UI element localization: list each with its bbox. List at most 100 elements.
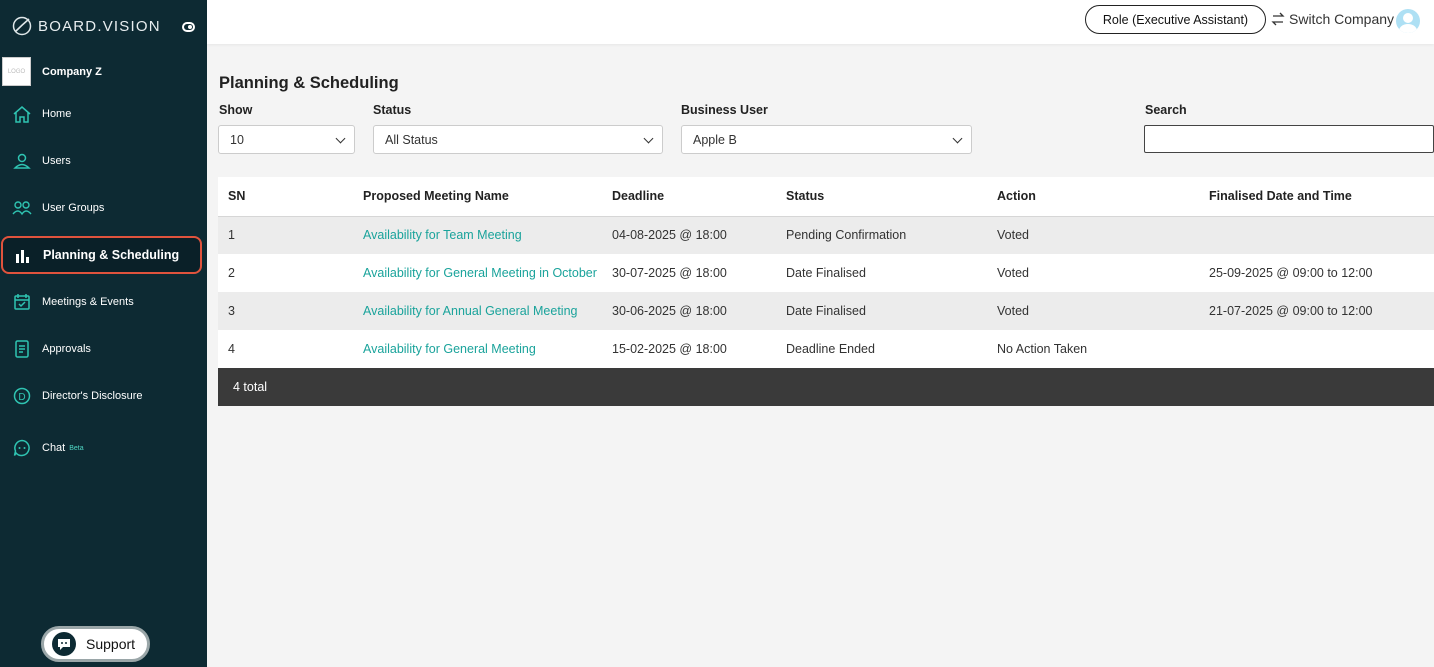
table-header-row: SN Proposed Meeting Name Deadline Status…: [218, 177, 1434, 216]
support-button[interactable]: Support: [41, 626, 150, 662]
show-label: Show: [219, 103, 253, 117]
user-icon: [12, 151, 32, 171]
cell-sn: 3: [228, 304, 235, 318]
role-button[interactable]: Role (Executive Assistant): [1085, 5, 1266, 34]
header-status: Status: [786, 189, 825, 204]
page-title: Planning & Scheduling: [219, 74, 399, 92]
total-count: 4 total: [233, 380, 268, 394]
brand-name: BOARD.VISION: [38, 17, 161, 35]
switch-arrows-icon: [1271, 12, 1285, 26]
cell-meeting-name: Availability for General Meeting in Octo…: [353, 254, 602, 292]
user-group-icon: [12, 198, 32, 218]
sidebar-item-chat[interactable]: Chat Beta: [0, 430, 205, 466]
sidebar-item-user-groups[interactable]: User Groups: [0, 190, 205, 226]
brand-mark-icon: [12, 16, 32, 36]
sidebar-item-label: Chat: [42, 442, 66, 454]
sidebar: BOARD.VISION LOGO Company Z Home Users U…: [0, 0, 207, 667]
sidebar-item-users[interactable]: Users: [0, 143, 205, 179]
cell-action: Voted: [997, 228, 1029, 243]
business-user-select-value: Apple B: [693, 132, 737, 147]
business-user-select[interactable]: Apple B: [681, 125, 972, 154]
d-circle-icon: D: [12, 386, 32, 406]
home-icon: [12, 104, 32, 124]
cell-status: Date Finalised: [786, 304, 866, 318]
company-logo: LOGO: [2, 57, 31, 86]
sidebar-item-approvals[interactable]: Approvals: [0, 331, 205, 367]
chevron-down-icon: [952, 133, 963, 144]
sidebar-toggle-icon[interactable]: [182, 22, 195, 32]
search-label: Search: [1145, 103, 1187, 117]
topbar: Role (Executive Assistant) Switch Compan…: [207, 0, 1434, 44]
meeting-link[interactable]: Availability for General Meeting: [363, 342, 536, 356]
status-select-value: All Status: [385, 132, 438, 147]
table-footer: 4 total: [218, 368, 1434, 406]
cell-finalised: 21-07-2025 @ 09:00 to 12:00: [1209, 304, 1373, 318]
svg-text:D: D: [18, 392, 25, 403]
cell-deadline: 04-08-2025 @ 18:00: [612, 228, 727, 243]
meeting-link[interactable]: Availability for Annual General Meeting: [363, 304, 577, 318]
beta-badge: Beta: [69, 444, 84, 452]
company-name: Company Z: [42, 65, 102, 78]
sidebar-item-label: Planning & Scheduling: [43, 248, 180, 262]
cell-sn: 2: [228, 266, 235, 280]
sidebar-item-label: Approvals: [42, 343, 91, 355]
table-row: 4 Availability for General Meeting 15-02…: [218, 330, 1434, 368]
header-action: Action: [997, 189, 1036, 204]
sidebar-item-meetings-events[interactable]: Meetings & Events: [0, 284, 205, 320]
sidebar-item-label: Home: [42, 108, 72, 120]
chevron-down-icon: [335, 133, 346, 144]
user-avatar[interactable]: [1396, 9, 1420, 33]
cell-deadline: 30-06-2025 @ 18:00: [612, 304, 727, 318]
table-row: 3 Availability for Annual General Meetin…: [218, 292, 1434, 330]
table-row: 1 Availability for Team Meeting 04-08-20…: [218, 216, 1434, 254]
calendar-check-icon: [12, 292, 32, 312]
header-sn: SN: [228, 189, 246, 204]
sidebar-item-label: User Groups: [42, 202, 105, 214]
chevron-down-icon: [643, 133, 654, 144]
meeting-link[interactable]: Availability for General Meeting in Octo…: [363, 266, 597, 280]
brand-logo[interactable]: BOARD.VISION: [12, 16, 161, 36]
header-deadline: Deadline: [612, 189, 665, 204]
switch-company-label: Switch Company: [1289, 11, 1395, 27]
header-finalised: Finalised Date and Time: [1209, 189, 1352, 204]
cell-finalised: [1199, 216, 1434, 254]
cell-action: Voted: [997, 266, 1029, 280]
cell-meeting-name: Availability for General Meeting: [353, 330, 602, 368]
company-selector[interactable]: LOGO Company Z: [2, 57, 102, 86]
status-label: Status: [373, 103, 412, 117]
sidebar-item-label: Director's Disclosure: [42, 390, 143, 402]
show-select[interactable]: 10: [218, 125, 355, 154]
chat-icon: [12, 438, 32, 458]
meeting-link[interactable]: Availability for Team Meeting: [363, 228, 522, 242]
cell-finalised: 25-09-2025 @ 09:00 to 12:00: [1209, 266, 1373, 280]
cell-deadline: 15-02-2025 @ 18:00: [612, 342, 727, 356]
support-label: Support: [86, 636, 136, 652]
cell-status: Date Finalised: [786, 266, 866, 280]
switch-company-link[interactable]: Switch Company: [1271, 11, 1394, 27]
cell-action: Voted: [997, 304, 1029, 318]
status-select[interactable]: All Status: [373, 125, 663, 154]
bar-chart-icon: [13, 245, 33, 265]
cell-sn: 1: [228, 228, 235, 243]
sidebar-item-directors-disclosure[interactable]: D Director's Disclosure: [0, 378, 205, 414]
document-icon: [12, 339, 32, 359]
support-chat-icon: [52, 632, 76, 656]
sidebar-item-planning-scheduling[interactable]: Planning & Scheduling: [1, 236, 202, 274]
cell-status: Pending Confirmation: [786, 228, 907, 243]
cell-action: No Action Taken: [997, 342, 1088, 356]
sidebar-item-label: Users: [42, 155, 71, 167]
cell-meeting-name: Availability for Team Meeting: [353, 216, 602, 254]
search-input[interactable]: [1144, 125, 1434, 153]
planning-table: SN Proposed Meeting Name Deadline Status…: [218, 177, 1434, 368]
cell-status: Deadline Ended: [786, 342, 875, 356]
header-meeting-name: Proposed Meeting Name: [363, 189, 509, 204]
cell-sn: 4: [228, 342, 235, 356]
cell-deadline: 30-07-2025 @ 18:00: [612, 266, 727, 280]
sidebar-item-label: Meetings & Events: [42, 296, 134, 308]
sidebar-item-home[interactable]: Home: [0, 96, 205, 132]
cell-finalised: [1199, 330, 1434, 368]
table-row: 2 Availability for General Meeting in Oc…: [218, 254, 1434, 292]
business-user-label: Business User: [681, 103, 768, 117]
cell-meeting-name: Availability for Annual General Meeting: [353, 292, 602, 330]
show-select-value: 10: [230, 132, 244, 147]
